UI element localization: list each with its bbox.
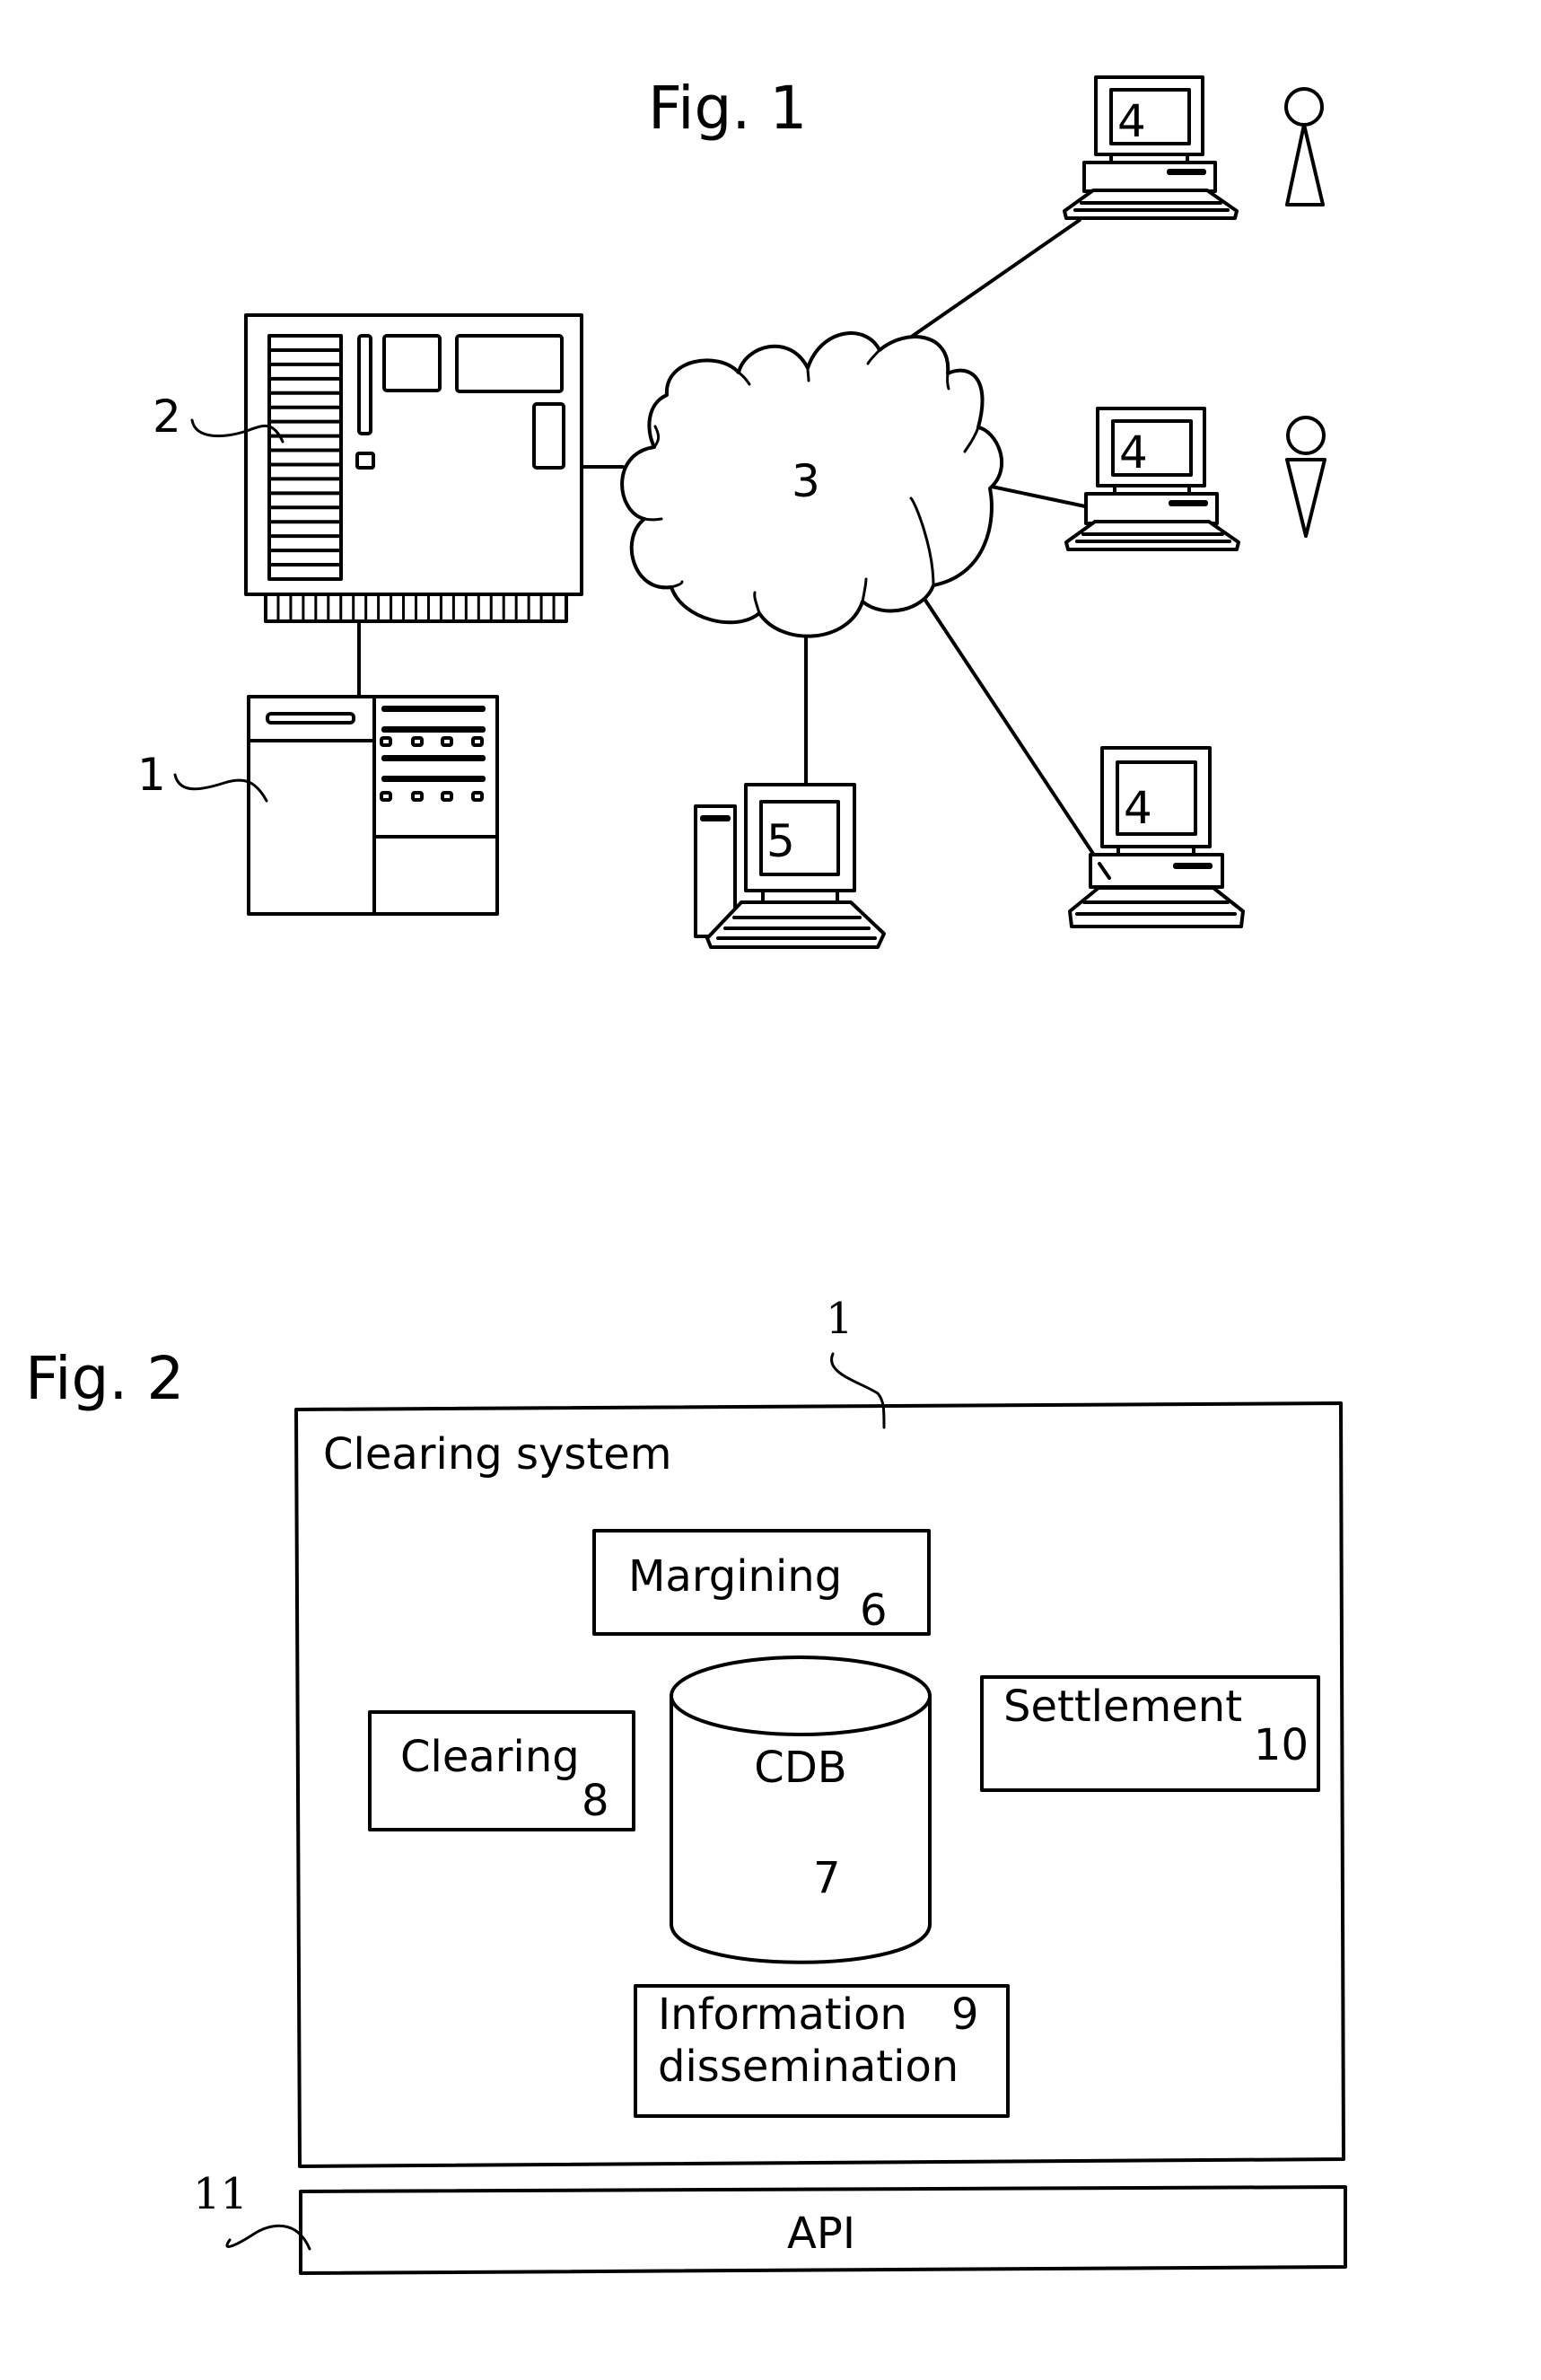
terminal: 5 — [694, 783, 886, 949]
api-label: API — [787, 2209, 855, 2259]
indicator-light — [411, 736, 424, 747]
indicator-light — [411, 791, 424, 802]
person-icon — [1284, 87, 1325, 206]
margining-label: Margining — [628, 1551, 842, 1602]
database-cylinder-icon — [670, 1655, 932, 1964]
clearing-system-ref-label: 1 — [137, 749, 166, 801]
desktop-computer-icon — [1068, 746, 1245, 928]
clearing-ref: 8 — [582, 1776, 609, 1826]
information-label-line1: Information — [658, 1989, 907, 2040]
figure-2-title: Fig. 2 — [25, 1344, 184, 1413]
system-leader-line — [830, 1352, 886, 1429]
indicator-light — [471, 791, 484, 802]
cdb-database: CDB 7 — [670, 1655, 932, 1964]
mainframe-icon — [247, 695, 499, 916]
connection-network-workstation-c — [915, 586, 1111, 880]
network-ref-label: 3 — [792, 455, 820, 507]
workstation-c-ref-label: 4 — [1124, 782, 1152, 834]
information-ref: 9 — [951, 1989, 979, 2040]
indicator-light — [471, 736, 484, 747]
indicator-light — [380, 736, 392, 747]
desktop-computer-icon — [1064, 407, 1240, 551]
figure-1-title: Fig. 1 — [648, 74, 807, 143]
person-icon — [1285, 416, 1326, 538]
api-layer: API — [299, 2185, 1347, 2275]
desktop-computer-icon — [1063, 75, 1239, 220]
settlement-module: Settlement 10 — [980, 1675, 1320, 1792]
clearing-module: Clearing 8 — [368, 1710, 635, 1831]
settlement-ref: 10 — [1254, 1720, 1309, 1770]
api-ref-label: 11 — [193, 2169, 248, 2219]
server-ref-label: 2 — [153, 391, 181, 443]
workstation-a: 4 — [1063, 75, 1325, 220]
settlement-label: Settlement — [1003, 1682, 1242, 1732]
patent-drawing: Fig. 1 2 1 3 4 4 4 5 Fig. 2 1 Clearing s… — [25, 74, 1347, 2275]
clearing-label: Clearing — [400, 1732, 580, 1782]
cdb-ref: 7 — [813, 1853, 841, 1903]
cdb-label: CDB — [754, 1743, 846, 1793]
indicator-light — [441, 736, 453, 747]
connection-network-workstation-a — [911, 218, 1081, 338]
system-title: Clearing system — [323, 1429, 672, 1480]
indicator-light — [441, 791, 453, 802]
workstation-b: 4 — [1064, 407, 1326, 551]
workstation-a-ref-label: 4 — [1117, 95, 1146, 147]
terminal-ref-label: 5 — [766, 815, 795, 867]
margining-ref: 6 — [860, 1585, 888, 1636]
information-label-line2: dissemination — [658, 2042, 959, 2092]
margining-module: Margining 6 — [592, 1529, 931, 1636]
workstation-b-ref-label: 4 — [1119, 426, 1148, 479]
indicator-light — [380, 791, 392, 802]
workstation-c: 4 — [1068, 746, 1245, 928]
information-dissemination-module: Information 9 dissemination — [634, 1984, 1010, 2118]
server-board-icon — [244, 313, 583, 623]
system-ref-label: 1 — [826, 1294, 854, 1344]
api-leader-line — [225, 2224, 311, 2251]
